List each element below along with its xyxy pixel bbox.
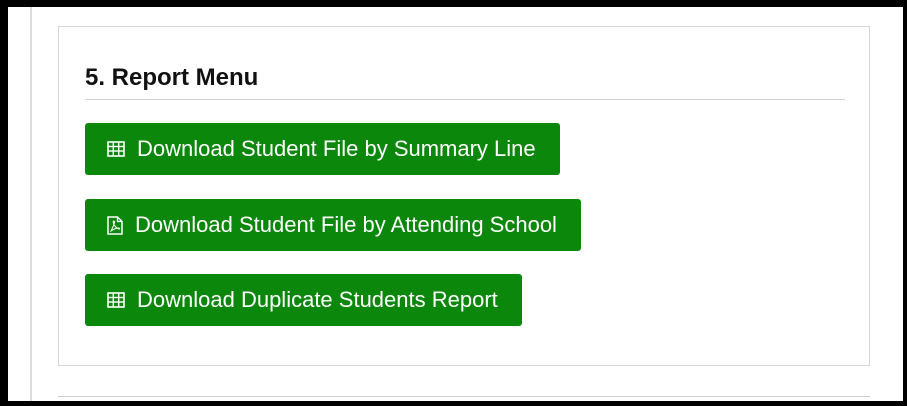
table-icon [107,141,125,157]
left-divider [30,7,32,401]
download-duplicate-students-label: Download Duplicate Students Report [137,287,498,312]
download-attending-school-button[interactable]: Download Student File by Attending Schoo… [85,199,581,251]
download-summary-line-button[interactable]: Download Student File by Summary Line [85,123,560,175]
pdf-icon [107,215,123,235]
download-attending-school-label: Download Student File by Attending Schoo… [135,212,557,237]
download-summary-line-label: Download Student File by Summary Line [137,136,536,161]
download-duplicate-students-button[interactable]: Download Duplicate Students Report [85,274,522,326]
next-section-divider [58,396,870,397]
report-menu-panel: 5. Report Menu Download Student File by … [58,26,870,366]
title-divider [85,99,845,100]
report-menu-title: 5. Report Menu [85,64,259,91]
table-icon [107,292,125,308]
screenshot-frame: 5. Report Menu Download Student File by … [0,0,907,406]
